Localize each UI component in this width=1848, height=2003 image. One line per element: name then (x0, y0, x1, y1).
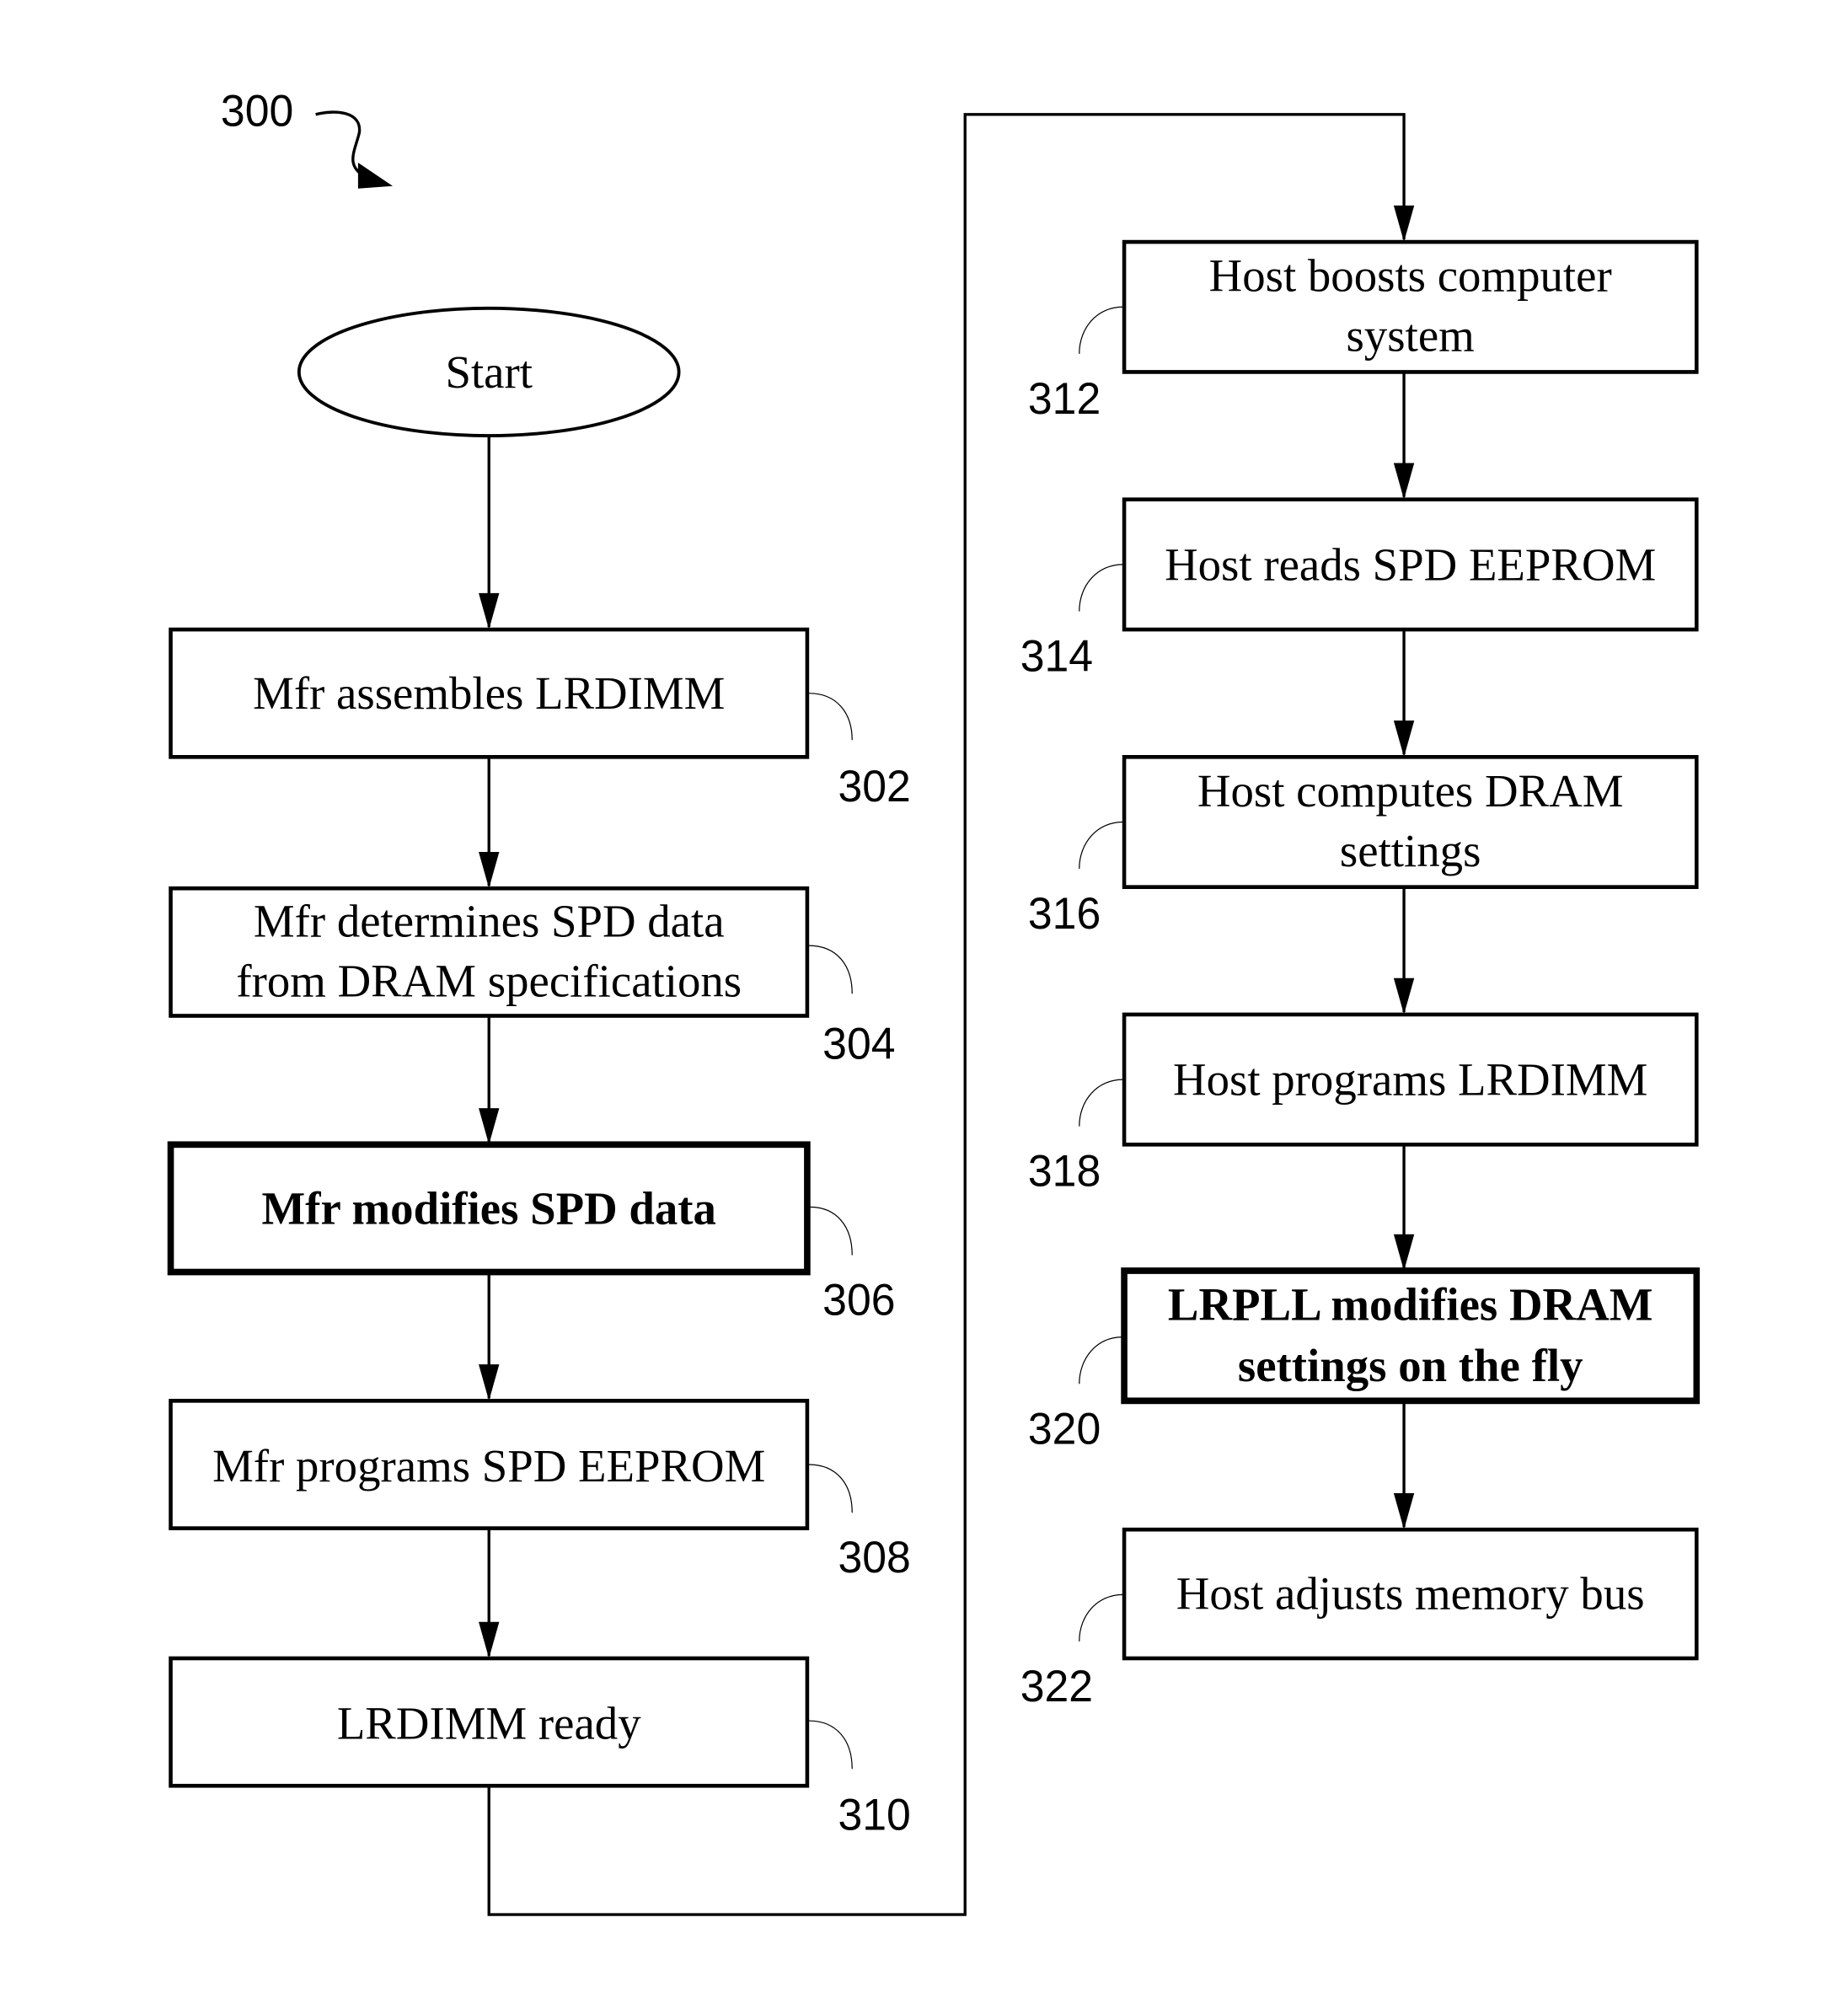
step-304: Mfr determines SPD data from DRAM specif… (169, 886, 896, 1068)
step-label: Mfr assembles LRDIMM (253, 667, 725, 719)
arrow-down-icon (479, 1108, 500, 1145)
arrow-down-icon (479, 1364, 500, 1401)
arrow-down-icon (479, 851, 500, 889)
step-314: Host reads SPD EEPROM 314 (1020, 497, 1699, 682)
step-316: Host computes DRAM settings 316 (1028, 755, 1699, 939)
leader-line (1079, 306, 1123, 354)
step-ref-number: 314 (1020, 632, 1093, 681)
figure-number: 300 (221, 87, 293, 136)
arrow-down-icon (1393, 720, 1415, 758)
step-label-line-1: Host boosts computer (1209, 249, 1612, 301)
figure-reference: 300 (221, 87, 394, 189)
step-label: LRDIMM ready (337, 1697, 641, 1749)
step-ref-number: 318 (1028, 1147, 1101, 1196)
step-ref-number: 308 (838, 1534, 910, 1583)
arrow-down-icon (479, 592, 500, 630)
flowchart-canvas: 300 Start Mfr assembles LRDIMM 302 Mfr d… (167, 87, 1701, 1916)
step-322: Host adjusts memory bus 322 (1020, 1527, 1699, 1711)
leader-line (808, 1464, 853, 1513)
step-312: Host boosts computer system 312 (1028, 239, 1699, 424)
step-302: Mfr assembles LRDIMM 302 (169, 627, 911, 811)
arrow-down-icon (1393, 1234, 1415, 1272)
leader-line (1079, 1336, 1122, 1384)
step-306: Mfr modifies SPD data 306 (167, 1141, 896, 1326)
leader-line (1079, 821, 1123, 870)
leader-line (1079, 1079, 1123, 1127)
step-label: Host reads SPD EEPROM (1165, 538, 1656, 590)
leader-line (1079, 1593, 1123, 1641)
step-label-line-2: from DRAM specifications (236, 955, 742, 1006)
step-label-line-1: Mfr determines SPD data (254, 895, 725, 946)
step-label-line-1: Host computes DRAM (1197, 765, 1624, 817)
arrow-down-icon (1393, 463, 1415, 500)
leader-line (808, 1720, 853, 1770)
step-label-line-2: system (1347, 309, 1475, 361)
left-column: Mfr assembles LRDIMM 302 Mfr determines … (167, 627, 911, 1840)
step-ref-number: 302 (838, 762, 910, 811)
step-ref-number: 320 (1028, 1405, 1101, 1454)
leader-line (1079, 564, 1123, 612)
step-ref-number: 322 (1020, 1663, 1093, 1711)
leader-line (808, 945, 853, 994)
step-308: Mfr programs SPD EEPROM 308 (169, 1399, 911, 1583)
step-label-line-2: settings on the fly (1238, 1340, 1583, 1391)
step-318: Host programs LRDIMM 318 (1028, 1012, 1699, 1197)
arrow-down-icon (1393, 1492, 1415, 1530)
step-ref-number: 310 (838, 1791, 910, 1840)
arrow-down-icon (1393, 977, 1415, 1015)
right-column: Host boosts computer system 312 Host rea… (1020, 239, 1701, 1711)
step-label: Mfr modifies SPD data (261, 1182, 715, 1234)
start-node: Start (297, 306, 681, 438)
step-ref-number: 306 (822, 1276, 895, 1325)
step-ref-number: 316 (1028, 890, 1101, 939)
step-label: Host programs LRDIMM (1173, 1053, 1647, 1105)
start-label: Start (445, 346, 533, 398)
leader-line (808, 693, 853, 741)
step-label: Mfr programs SPD EEPROM (212, 1440, 765, 1492)
figure-arrow-head-icon (357, 162, 394, 189)
step-ref-number: 312 (1028, 375, 1101, 424)
arrow-down-icon (479, 1621, 500, 1658)
step-310: LRDIMM ready 310 (169, 1656, 911, 1840)
step-320: LRPLL modifies DRAM settings on the fly … (1028, 1267, 1701, 1454)
leader-line (809, 1206, 853, 1256)
step-label-line-1: LRPLL modifies DRAM (1168, 1278, 1653, 1330)
arrow-down-icon (1393, 205, 1415, 243)
step-ref-number: 304 (822, 1020, 895, 1068)
step-label-line-2: settings (1340, 825, 1481, 876)
step-label: Host adjusts memory bus (1176, 1567, 1645, 1619)
